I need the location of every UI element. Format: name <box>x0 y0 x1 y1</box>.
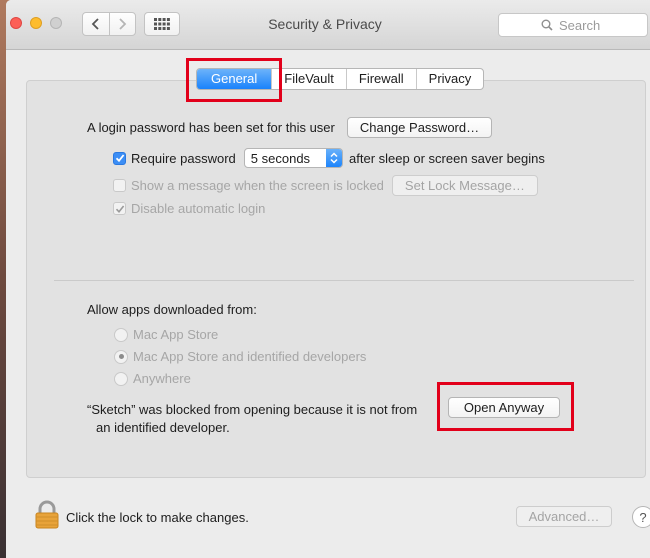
radio-mac-app-store-label: Mac App Store <box>133 327 219 342</box>
disable-auto-login-row: Disable automatic login <box>113 201 265 216</box>
tab-firewall[interactable]: Firewall <box>345 69 416 89</box>
require-password-row: Require password 5 seconds after sleep o… <box>113 148 545 168</box>
radio-selected-dot <box>118 354 124 359</box>
radio-mac-app-store[interactable] <box>114 327 128 342</box>
advanced-button[interactable]: Advanced… <box>516 506 612 527</box>
title-bar: Security & Privacy Search <box>6 0 650 50</box>
radio-anywhere-label: Anywhere <box>133 371 191 386</box>
checkmark-icon <box>115 154 124 163</box>
require-password-select[interactable]: 5 seconds <box>243 148 344 168</box>
change-password-button[interactable]: Change Password… <box>346 117 493 138</box>
after-sleep-label: after sleep or screen saver begins <box>349 150 545 166</box>
disable-auto-login-checkbox[interactable] <box>113 202 126 215</box>
lock-message-row: Click the lock to make changes. <box>66 510 249 525</box>
search-field[interactable]: Search <box>498 13 648 37</box>
radio-mac-app-store-row: Mac App Store <box>114 327 218 342</box>
search-placeholder: Search <box>559 17 601 33</box>
show-message-label: Show a message when the screen is locked <box>131 178 384 193</box>
login-password-text: A login password has been set for this u… <box>87 120 335 135</box>
radio-identified-developers-label: Mac App Store and identified developers <box>133 349 367 364</box>
section-divider <box>54 280 634 281</box>
login-password-row: A login password has been set for this u… <box>87 117 493 138</box>
show-message-row: Show a message when the screen is locked… <box>113 175 538 196</box>
updown-arrows-icon <box>326 149 343 167</box>
require-password-checkbox[interactable] <box>113 151 126 165</box>
radio-identified-row: Mac App Store and identified developers <box>114 349 366 364</box>
blocked-message-line2: an identified developer. <box>96 420 230 435</box>
checkmark-icon <box>115 205 124 213</box>
tab-filevault[interactable]: FileVault <box>271 69 346 89</box>
tab-privacy[interactable]: Privacy <box>415 69 484 89</box>
radio-anywhere[interactable] <box>114 371 128 386</box>
allow-apps-heading-row: Allow apps downloaded from: <box>87 302 257 317</box>
allow-apps-label: Allow apps downloaded from: <box>87 302 257 317</box>
radio-identified-developers[interactable] <box>114 349 128 364</box>
tab-general-highlight <box>186 58 282 102</box>
require-password-value: 5 seconds <box>250 150 311 166</box>
blocked-message-text-2: an identified developer. <box>96 420 230 435</box>
radio-anywhere-row: Anywhere <box>114 371 191 386</box>
lock-icon[interactable] <box>34 500 60 530</box>
lock-message: Click the lock to make changes. <box>66 510 249 525</box>
require-password-label: Require password <box>131 150 236 166</box>
disable-auto-login-label: Disable automatic login <box>131 201 266 216</box>
set-lock-message-button[interactable]: Set Lock Message… <box>391 175 538 196</box>
open-anyway-highlight <box>437 382 574 431</box>
blocked-message-text: “Sketch” was blocked from opening becaus… <box>87 402 418 417</box>
show-message-checkbox[interactable] <box>113 179 126 192</box>
help-button[interactable]: ? <box>632 506 650 528</box>
blocked-message-line1: “Sketch” was blocked from opening becaus… <box>87 402 417 417</box>
search-icon <box>541 19 553 31</box>
preferences-window: Security & Privacy Search General FileVa… <box>6 0 650 558</box>
